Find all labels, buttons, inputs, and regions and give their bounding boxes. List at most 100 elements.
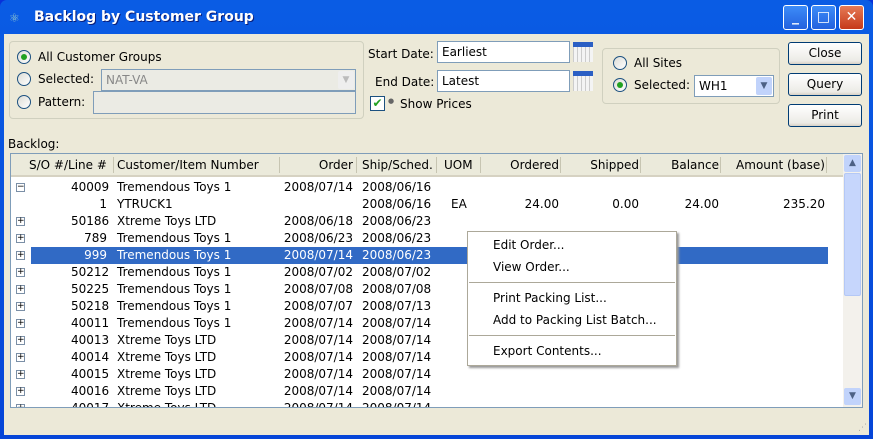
cell-customer: Xtreme Toys LTD	[117, 384, 217, 398]
cell-customer: Xtreme Toys LTD	[117, 214, 217, 228]
column-separator	[640, 157, 641, 173]
column-separator	[113, 157, 114, 173]
expand-icon[interactable]: +	[16, 234, 25, 243]
cell-customer: Xtreme Toys LTD	[117, 350, 217, 364]
column-separator	[560, 157, 561, 173]
expand-icon[interactable]: +	[16, 217, 25, 226]
cell-ship: 2008/06/23	[362, 231, 432, 245]
start-date-input[interactable]: Earliest	[437, 41, 570, 63]
cell-ship: 2008/06/23	[362, 214, 432, 228]
cell-customer: Xtreme Toys LTD	[117, 367, 217, 381]
cell-so: 1	[99, 197, 107, 211]
cell-order: 2008/07/14	[283, 180, 353, 194]
table-row[interactable]: +40011 Tremendous Toys 1 2008/07/14 2008/07…	[11, 315, 844, 332]
expand-icon[interactable]: +	[16, 268, 25, 277]
expand-icon[interactable]: +	[16, 302, 25, 311]
cell-ship: 2008/07/13	[362, 299, 432, 313]
cell-so: 50225	[71, 282, 110, 296]
cell-so: 40013	[71, 333, 110, 347]
column-header-balance[interactable]: Balance	[643, 158, 719, 172]
end-date-input[interactable]: Latest	[437, 70, 570, 92]
column-header-uom[interactable]: UOM	[444, 158, 473, 172]
column-header-so[interactable]: S/O #/Line #	[29, 158, 107, 172]
expand-icon[interactable]: +	[16, 370, 25, 379]
table-row[interactable]: +40013 Xtreme Toys LTD 2008/07/14 2008/07/1…	[11, 332, 844, 349]
scroll-down-icon[interactable]: ▼	[844, 388, 861, 405]
site-select[interactable]: WH1 ▼	[694, 75, 774, 97]
table-row[interactable]: +40016 Xtreme Toys LTD 2008/07/14 2008/07/1…	[11, 383, 844, 400]
cell-customer: YTRUCK1	[117, 197, 173, 211]
pattern-input[interactable]	[93, 91, 356, 114]
table-row[interactable]: +40017 Xtreme Toys LTD 2008/07/14 2008/07/1…	[11, 400, 844, 408]
expand-icon[interactable]: +	[16, 319, 25, 328]
expand-dot-icon: ●	[388, 97, 395, 105]
selected-group-radio[interactable]	[17, 72, 31, 86]
resize-grip-icon[interactable]: ⋰	[858, 423, 867, 433]
calendar-icon[interactable]	[573, 71, 593, 91]
table-row[interactable]: +789 Tremendous Toys 1 2008/06/23 2008/06/2…	[11, 230, 844, 247]
cell-ship: 2008/07/14	[362, 401, 432, 408]
cell-so: 40014	[71, 350, 110, 364]
maximize-button[interactable]: □	[811, 5, 836, 30]
menu-item-export-contents[interactable]: Export Contents...	[493, 341, 602, 361]
column-header-customer[interactable]: Customer/Item Number	[117, 158, 259, 172]
minimize-button[interactable]: _	[783, 5, 808, 30]
column-separator	[279, 157, 280, 173]
customer-group-select[interactable]: NAT-VA ▼	[101, 69, 356, 91]
selected-site-radio[interactable]	[613, 78, 627, 92]
menu-item-edit-order[interactable]: Edit Order...	[493, 235, 565, 255]
close-window-button[interactable]: ✕	[839, 5, 864, 30]
close-button[interactable]: Close	[788, 42, 862, 65]
context-menu: Edit Order... View Order... Print Packin…	[467, 231, 677, 366]
cell-customer: Xtreme Toys LTD	[117, 401, 217, 408]
table-row[interactable]: +40014 Xtreme Toys LTD 2008/07/14 2008/07/1…	[11, 349, 844, 366]
cell-order: 2008/07/14	[283, 401, 353, 408]
cell-ship: 2008/06/16	[362, 197, 432, 211]
menu-item-view-order[interactable]: View Order...	[493, 257, 570, 277]
table-row[interactable]: − 40009 Tremendous Toys 1 2008/07/14 2008/06…	[11, 179, 844, 196]
table-header: S/O #/Line # Customer/Item Number Order …	[11, 154, 844, 177]
cell-order: 2008/07/14	[283, 248, 353, 262]
backlog-tree[interactable]: S/O #/Line # Customer/Item Number Order …	[10, 153, 863, 408]
column-header-ship[interactable]: Ship/Sched.	[362, 158, 433, 172]
print-button[interactable]: Print	[788, 104, 862, 127]
menu-item-print-packing-list[interactable]: Print Packing List...	[493, 288, 607, 308]
expand-icon[interactable]: +	[16, 353, 25, 362]
show-prices-checkbox[interactable]: ✔	[370, 96, 385, 111]
expand-icon[interactable]: +	[16, 404, 25, 407]
expand-icon[interactable]: +	[16, 387, 25, 396]
query-button[interactable]: Query	[788, 73, 862, 96]
scroll-up-icon[interactable]: ▲	[844, 155, 861, 172]
column-header-amount[interactable]: Amount (base)	[723, 158, 825, 172]
column-header-shipped[interactable]: Shipped	[563, 158, 639, 172]
cell-so: 789	[84, 231, 107, 245]
cell-ordered: 24.00	[524, 197, 559, 211]
column-header-order[interactable]: Order	[283, 158, 353, 172]
pattern-radio[interactable]	[17, 95, 31, 109]
table-row[interactable]: +50225 Tremendous Toys 1 2008/07/08 2008/07…	[11, 281, 844, 298]
cell-ship: 2008/06/16	[362, 180, 432, 194]
all-customer-groups-radio[interactable]	[17, 50, 31, 64]
expand-icon[interactable]: +	[16, 251, 25, 260]
table-row[interactable]: +50186 Xtreme Toys LTD 2008/06/18 2008/06/2…	[11, 213, 844, 230]
column-header-ordered[interactable]: Ordered	[483, 158, 559, 172]
menu-item-add-to-packing-batch[interactable]: Add to Packing List Batch...	[493, 310, 657, 330]
cell-customer: Tremendous Toys 1	[117, 265, 232, 279]
table-row[interactable]: +999 Tremendous Toys 1 2008/07/14 2008/06/2…	[16, 247, 828, 264]
cell-order: 2008/07/14	[283, 350, 353, 364]
cell-order: 2008/06/18	[283, 214, 353, 228]
table-row[interactable]: +50218 Tremendous Toys 1 2008/07/07 2008/07…	[11, 298, 844, 315]
vertical-scrollbar[interactable]: ▲ ▼	[843, 154, 862, 407]
table-row[interactable]: 1 YTRUCK1 2008/06/16 EA 24.00 0.00 24.00 235.20	[11, 196, 844, 213]
customer-group-value: NAT-VA	[106, 73, 148, 87]
cell-ship: 2008/06/23	[362, 248, 432, 262]
cell-customer: Tremendous Toys 1	[117, 248, 232, 262]
expand-icon[interactable]: +	[16, 336, 25, 345]
all-sites-radio[interactable]	[613, 56, 627, 70]
scroll-thumb[interactable]	[844, 173, 861, 296]
collapse-icon[interactable]: −	[16, 183, 25, 192]
table-row[interactable]: +50212 Tremendous Toys 1 2008/07/02 2008/07…	[11, 264, 844, 281]
table-row[interactable]: +40015 Xtreme Toys LTD 2008/07/14 2008/07/1…	[11, 366, 844, 383]
calendar-icon[interactable]	[573, 42, 593, 62]
expand-icon[interactable]: +	[16, 285, 25, 294]
